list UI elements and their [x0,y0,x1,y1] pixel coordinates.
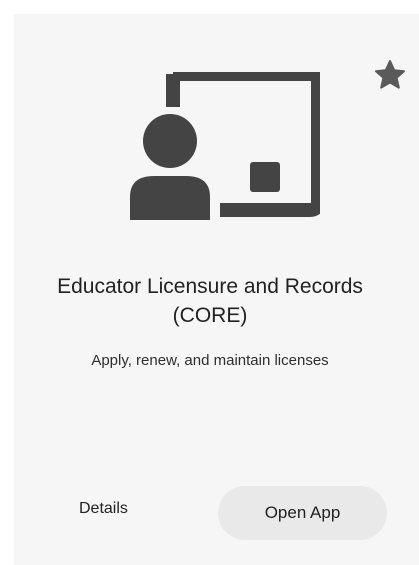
details-link[interactable]: Details [79,498,128,520]
app-description: Apply, renew, and maintain licenses [91,352,329,369]
app-title: Educator Licensure and Records (CORE) [57,275,363,327]
open-app-button[interactable]: Open App [218,486,387,540]
favorite-star-icon[interactable] [370,55,410,95]
teacher-at-board-icon [130,72,320,222]
